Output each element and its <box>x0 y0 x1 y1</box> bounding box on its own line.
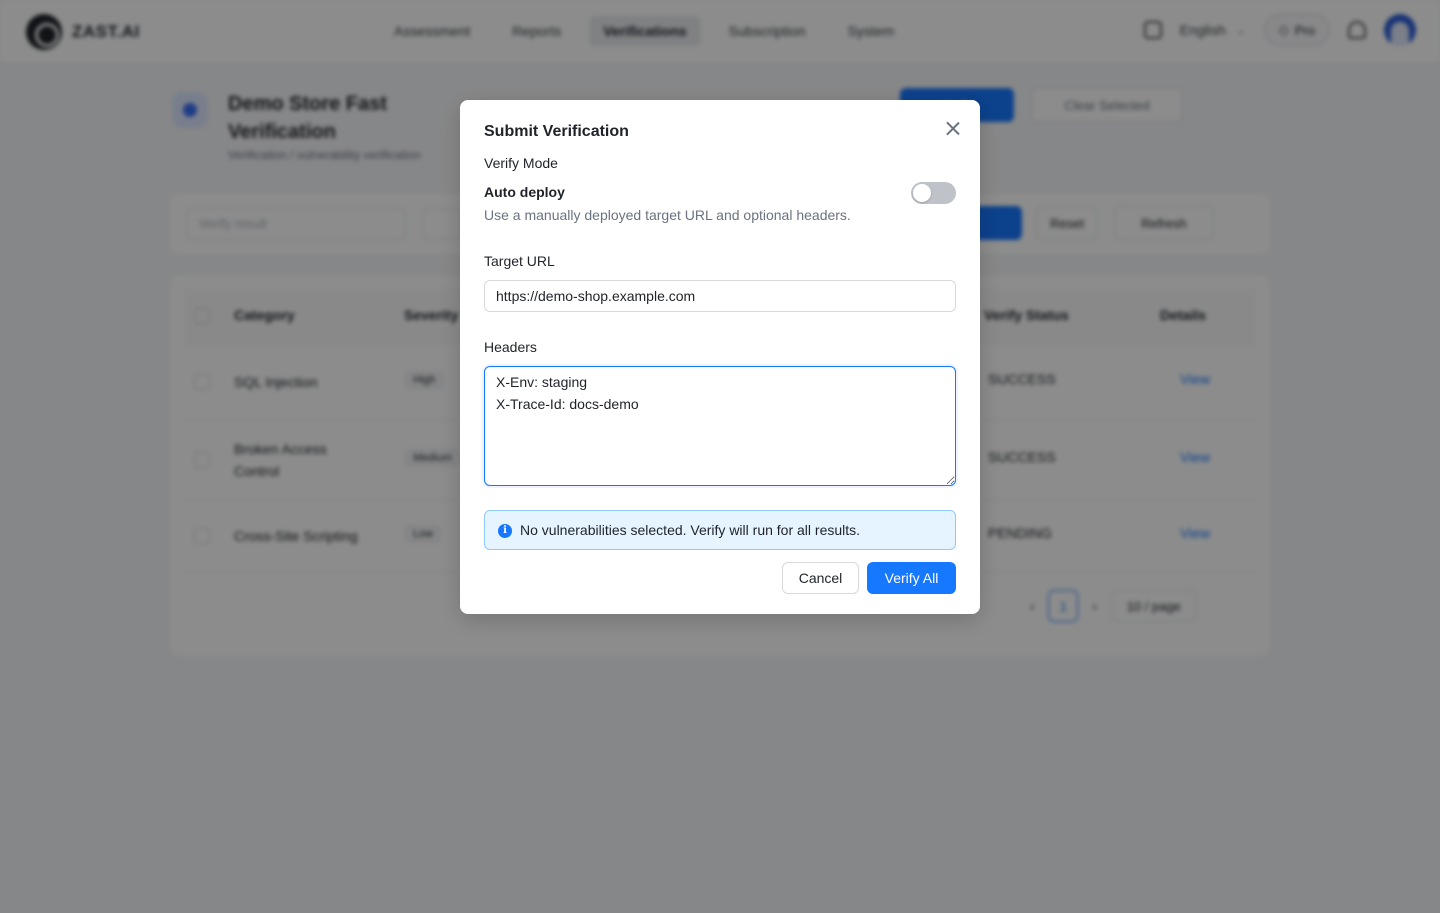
modal-title: Submit Verification <box>484 123 629 140</box>
close-icon[interactable] <box>942 118 964 140</box>
verify-all-button[interactable]: Verify All <box>867 562 956 594</box>
info-alert-text: No vulnerabilities selected. Verify will… <box>520 522 861 538</box>
headers-textarea[interactable] <box>484 366 956 486</box>
toggle-knob <box>913 184 931 202</box>
info-alert: i No vulnerabilities selected. Verify wi… <box>484 510 956 550</box>
verify-mode-label: Verify Mode <box>484 155 558 171</box>
cancel-button[interactable]: Cancel <box>782 562 859 594</box>
submit-verification-modal: Submit Verification Verify Mode Auto dep… <box>460 100 980 614</box>
target-url-input[interactable] <box>484 280 956 312</box>
target-url-label: Target URL <box>484 253 555 269</box>
auto-deploy-label: Auto deploy <box>484 184 565 200</box>
headers-label: Headers <box>484 339 537 355</box>
auto-deploy-help-text: Use a manually deployed target URL and o… <box>484 207 851 223</box>
auto-deploy-toggle[interactable] <box>911 182 956 204</box>
info-icon: i <box>498 524 512 538</box>
